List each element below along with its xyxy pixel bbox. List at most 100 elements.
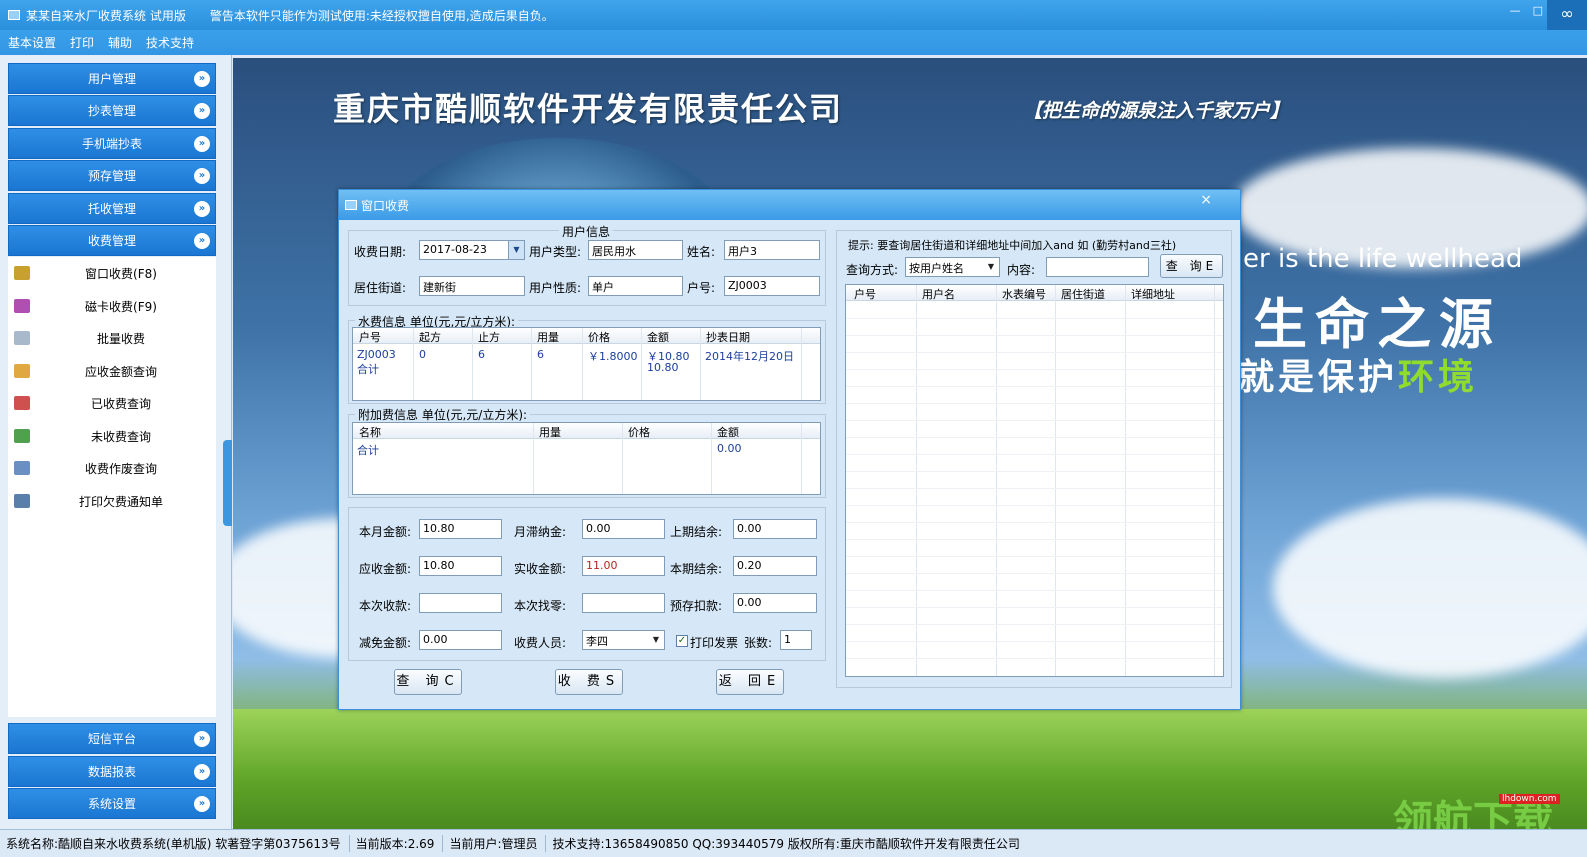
- late-fee-field[interactable]: 0.00: [582, 519, 665, 539]
- group-prepaid[interactable]: 预存管理»: [8, 160, 216, 191]
- date-picker[interactable]: 2017-08-23 ▼: [419, 240, 525, 260]
- month-amount-label: 本月金额:: [359, 525, 412, 539]
- column-header[interactable]: 抄表日期: [706, 329, 750, 345]
- this-balance-field[interactable]: 0.20: [733, 556, 817, 576]
- menu-assist[interactable]: 辅助: [108, 34, 132, 51]
- dialog-title-bar: 窗口收费: [339, 190, 1240, 220]
- group-meter-reading[interactable]: 抄表管理»: [8, 95, 216, 126]
- discount-field[interactable]: 0.00: [419, 630, 502, 650]
- sidebar-item-void-query[interactable]: 收费作废查询: [8, 452, 216, 484]
- minimize-button[interactable]: —: [1510, 4, 1521, 17]
- last-balance-field[interactable]: 0.00: [733, 519, 817, 539]
- receivable-field[interactable]: 10.80: [419, 556, 502, 576]
- table-cell[interactable]: 6: [478, 348, 485, 361]
- column-header[interactable]: 居住街道: [1061, 286, 1105, 302]
- menu-print[interactable]: 打印: [70, 34, 94, 51]
- group-data-reports[interactable]: 数据报表»: [8, 756, 216, 787]
- query-method-select[interactable]: 按用户姓名 ▼: [905, 257, 1000, 277]
- sidebar-item-arrears-notice[interactable]: 打印欠费通知单: [8, 485, 216, 517]
- group-system-settings[interactable]: 系统设置»: [8, 788, 216, 819]
- link-icon[interactable]: ∞: [1547, 0, 1587, 30]
- column-header[interactable]: 价格: [588, 329, 610, 345]
- group-charge-management[interactable]: 收费管理»: [8, 225, 216, 256]
- group-collection[interactable]: 托收管理»: [8, 193, 216, 224]
- sidebar-item-uncharged-query[interactable]: 未收费查询: [8, 420, 216, 452]
- english-slogan: er is the life wellhead: [1243, 244, 1523, 274]
- status-system-name: 系统名称:酷顺自来水收费系统(单机版) 软著登字第0375613号: [0, 835, 350, 852]
- panel-query-button[interactable]: 查 询E: [1160, 254, 1223, 278]
- column-header[interactable]: 户号: [854, 286, 876, 302]
- content-label: 内容:: [1007, 263, 1036, 277]
- column-header[interactable]: 名称: [359, 424, 381, 440]
- group-sms-platform[interactable]: 短信平台»: [8, 723, 216, 754]
- account-label: 户号:: [687, 281, 716, 295]
- street-field[interactable]: 建新街: [419, 276, 525, 296]
- table-cell[interactable]: 合计: [357, 442, 379, 458]
- column-header[interactable]: 用量: [539, 424, 561, 440]
- collector-select[interactable]: 李四 ▼: [582, 630, 665, 650]
- column-header[interactable]: 户号: [359, 329, 381, 345]
- sidebar-item-receivable-query[interactable]: 应收金额查询: [8, 355, 216, 387]
- column-header[interactable]: 用户名: [922, 286, 955, 302]
- title-bar: 某某自来水厂收费系统 试用版 警告本软件只能作为测试使用:未经授权擅自使用,造成…: [0, 0, 1587, 30]
- chevron-down-icon: »: [194, 168, 210, 184]
- table-cell[interactable]: 0.00: [717, 442, 742, 455]
- date-label: 收费日期:: [354, 245, 407, 259]
- user-type-field[interactable]: 居民用水: [588, 240, 683, 260]
- this-receipt-label: 本次收款:: [359, 599, 412, 613]
- actual-amount-label: 实收金额:: [514, 562, 567, 576]
- this-balance-label: 本期结余:: [670, 562, 723, 576]
- print-invoice-checkbox[interactable]: ✓: [676, 635, 688, 647]
- menu-tech-support[interactable]: 技术支持: [146, 34, 194, 51]
- month-amount-field[interactable]: 10.80: [419, 519, 502, 539]
- sheets-field[interactable]: 1: [780, 630, 812, 650]
- column-header[interactable]: 用量: [537, 329, 559, 345]
- user-nature-field[interactable]: 单户: [588, 276, 683, 296]
- table-cell[interactable]: 10.80: [647, 361, 679, 374]
- street-label: 居住街道:: [354, 281, 407, 295]
- query-button[interactable]: 查 询C: [394, 669, 462, 695]
- menu-basic-settings[interactable]: 基本设置: [8, 34, 56, 51]
- change-field[interactable]: [582, 593, 665, 613]
- table-cell[interactable]: 6: [537, 348, 544, 361]
- table-cell[interactable]: 2014年12月20日: [705, 348, 794, 364]
- sidebar-item-card-charge[interactable]: 磁卡收费(F9): [8, 290, 216, 322]
- column-header[interactable]: 止方: [478, 329, 500, 345]
- name-label: 姓名:: [687, 245, 716, 259]
- chevron-down-icon[interactable]: ▼: [983, 258, 999, 276]
- group-mobile-reading[interactable]: 手机端抄表»: [8, 128, 216, 159]
- last-balance-label: 上期结余:: [670, 525, 723, 539]
- close-icon[interactable]: ×: [1200, 192, 1212, 208]
- sidebar-item-window-charge[interactable]: 窗口收费(F8): [8, 257, 216, 289]
- actual-amount-field[interactable]: 11.00: [582, 556, 665, 576]
- window-icon: [345, 200, 357, 210]
- user-type-label: 用户类型:: [529, 245, 582, 259]
- maximize-button[interactable]: □: [1533, 4, 1543, 17]
- account-field[interactable]: ZJ0003: [724, 276, 820, 296]
- table-cell[interactable]: 合计: [357, 361, 379, 377]
- group-user-management[interactable]: 用户管理»: [8, 63, 216, 94]
- column-header[interactable]: 详细地址: [1131, 286, 1175, 302]
- back-button[interactable]: 返 回E: [716, 669, 784, 695]
- charge-button[interactable]: 收 费S: [555, 669, 623, 695]
- column-header[interactable]: 金额: [717, 424, 739, 440]
- sidebar-splitter[interactable]: [223, 440, 232, 526]
- content-input[interactable]: [1046, 257, 1149, 277]
- column-header[interactable]: 起方: [419, 329, 441, 345]
- user-nature-label: 用户性质:: [529, 281, 582, 295]
- chevron-down-icon[interactable]: ▼: [648, 631, 664, 649]
- column-header[interactable]: 金额: [647, 329, 669, 345]
- sidebar-item-charged-query[interactable]: 已收费查询: [8, 387, 216, 419]
- grass-image: [233, 709, 1587, 829]
- chevron-down-icon: »: [194, 764, 210, 780]
- table-cell[interactable]: 0: [419, 348, 426, 361]
- column-header[interactable]: 水表编号: [1002, 286, 1046, 302]
- table-cell[interactable]: ZJ0003: [357, 348, 396, 361]
- sidebar-item-batch-charge[interactable]: 批量收费: [8, 322, 216, 354]
- table-cell[interactable]: ￥1.8000: [588, 348, 638, 364]
- chevron-down-icon[interactable]: ▼: [508, 241, 524, 259]
- name-field[interactable]: 用户3: [724, 240, 820, 260]
- prepaid-field[interactable]: 0.00: [733, 593, 817, 613]
- column-header[interactable]: 价格: [628, 424, 650, 440]
- this-receipt-field[interactable]: [419, 593, 502, 613]
